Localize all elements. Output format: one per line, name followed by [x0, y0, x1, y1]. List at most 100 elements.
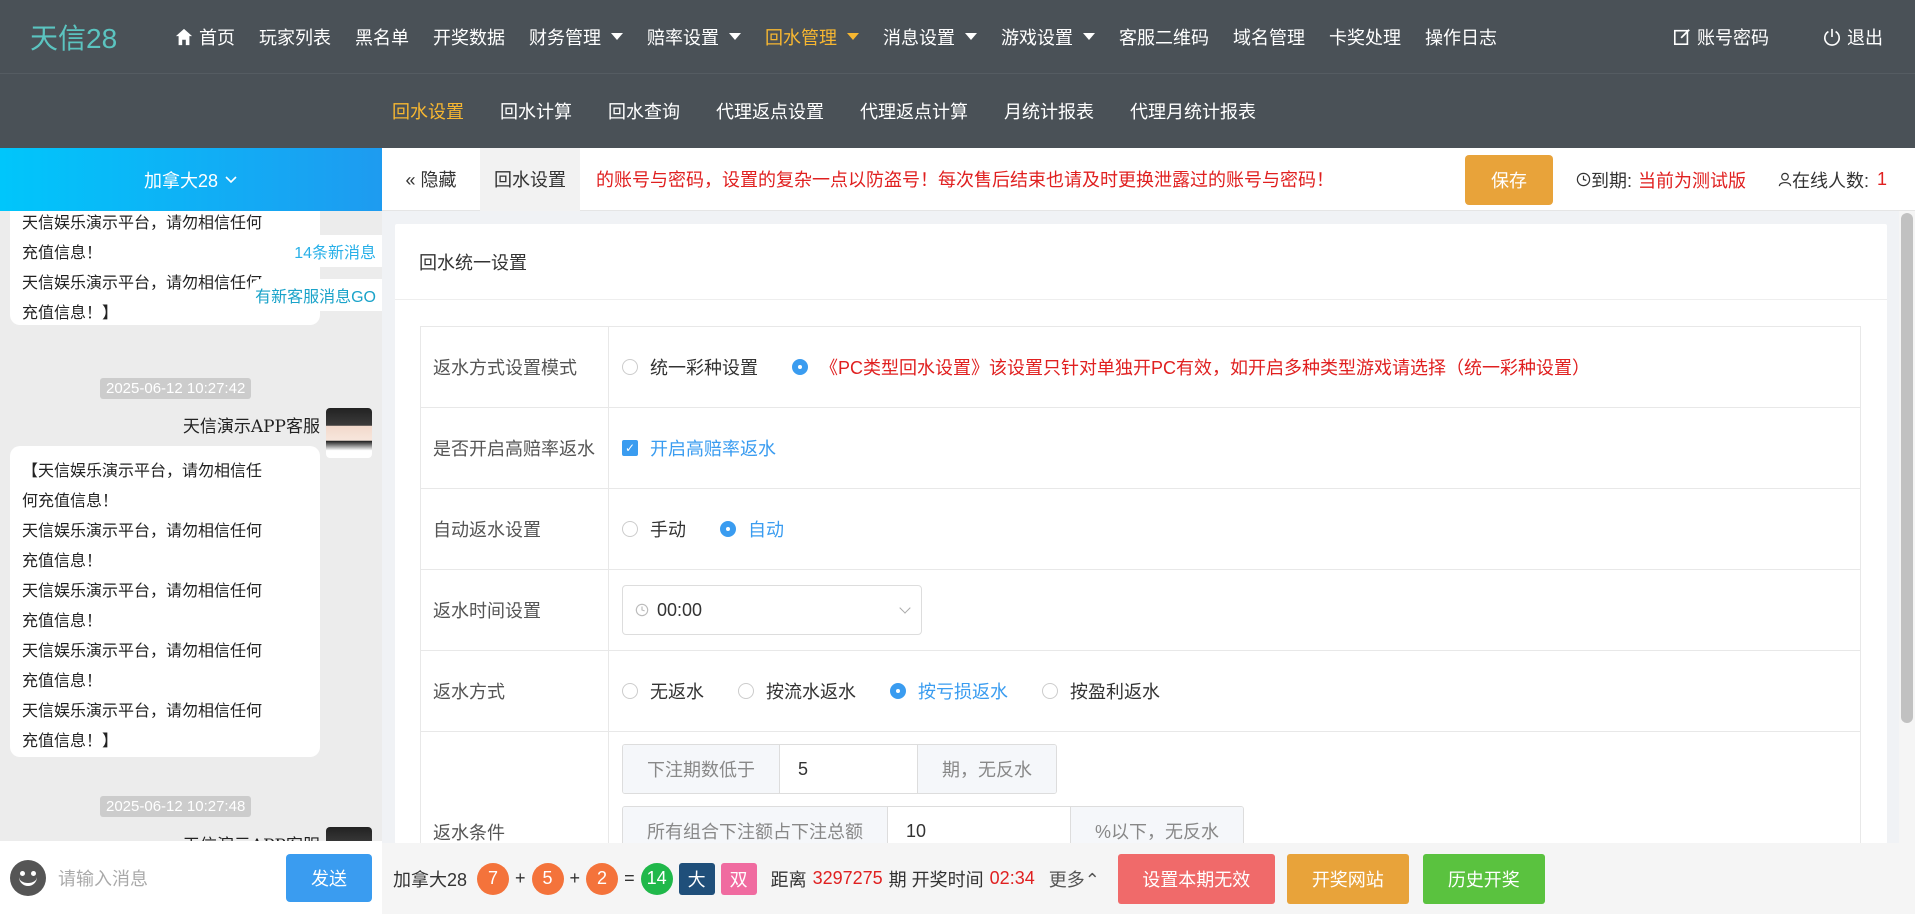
- subnav-monthly-report[interactable]: 月统计报表: [986, 98, 1112, 124]
- customer-service-notice[interactable]: 有新客服消息GO: [249, 279, 382, 311]
- subnav-rebate-query[interactable]: 回水查询: [590, 98, 698, 124]
- nav-qrcode[interactable]: 客服二维码: [1107, 0, 1221, 73]
- chat-line: 充值信息！: [22, 611, 103, 630]
- distance-label: 距离: [770, 869, 807, 890]
- radio-unchecked: [1042, 683, 1058, 699]
- radio-unchecked: [738, 683, 754, 699]
- hide-sidebar-button[interactable]: « 隐藏: [382, 166, 480, 192]
- radio-unified[interactable]: 统一彩种设置: [622, 354, 758, 380]
- emoji-icon[interactable]: [10, 859, 46, 896]
- nav-messages[interactable]: 消息设置: [871, 0, 989, 73]
- history-draws-button[interactable]: 历史开奖: [1422, 853, 1545, 904]
- radio-manual[interactable]: 手动: [622, 516, 686, 542]
- message-input[interactable]: 请输入消息: [58, 865, 274, 891]
- radio-checked: [720, 521, 736, 537]
- tab-bar: « 隐藏 回水设置 的账号与密码，设置的复杂一点以防盗号！每次售后结束也请及时更…: [382, 147, 1915, 211]
- double-chevron-left-icon: «: [405, 170, 416, 190]
- radio-by-turnover[interactable]: 按流水返水: [738, 678, 856, 704]
- nav-domain[interactable]: 域名管理: [1221, 0, 1317, 73]
- nav-rebate[interactable]: 回水管理: [753, 0, 871, 73]
- form-row-high-odds: 是否开启高赔率返水 ✓ 开启高赔率返水: [421, 408, 1860, 489]
- radio-no-rebate[interactable]: 无返水: [622, 678, 704, 704]
- subnav-agent-monthly-report[interactable]: 代理月统计报表: [1112, 98, 1274, 124]
- draw-site-button[interactable]: 开奖网站: [1286, 853, 1409, 904]
- nav-odds-label: 赔率设置: [647, 27, 719, 48]
- chat-room-selector[interactable]: 加拿大28: [0, 148, 382, 211]
- high-odds-checkbox-label: 开启高赔率返水: [650, 439, 776, 459]
- chat-line: 天信娱乐演示平台，请勿相信任何: [22, 521, 263, 540]
- user-icon: [1778, 172, 1792, 187]
- nav-finance[interactable]: 财务管理: [517, 0, 635, 73]
- message-timestamp: 2025-06-12 10:27:48: [100, 796, 252, 817]
- nav-home[interactable]: 首页: [163, 0, 247, 73]
- form-row-time: 返水时间设置 00:00: [421, 570, 1860, 651]
- save-button[interactable]: 保存: [1465, 155, 1553, 205]
- equals-sign: =: [624, 868, 635, 888]
- scrollbar-thumb[interactable]: [1901, 213, 1913, 723]
- nav-blacklist[interactable]: 黑名单: [343, 0, 421, 73]
- nav-game-settings[interactable]: 游戏设置: [989, 0, 1107, 73]
- period-label: 期 开奖时间: [888, 869, 984, 890]
- radio-auto[interactable]: 自动: [720, 516, 784, 542]
- auto-label: 自动返水设置: [421, 489, 609, 569]
- chat-bubble: 【天信娱乐演示平台，请勿相信任 何充值信息！ 天信娱乐演示平台，请勿相信任何 充…: [10, 446, 320, 757]
- checkmark-icon: ✓: [622, 440, 638, 456]
- method-label: 返水方式: [421, 651, 609, 731]
- chat-messages[interactable]: 天信娱乐演示平台，请勿相信任何 充值信息！ 天信娱乐演示平台，请勿相信任何 充值…: [0, 211, 382, 841]
- combo-ratio-input[interactable]: 10: [887, 807, 1071, 844]
- caret-down-icon: [611, 33, 623, 40]
- send-button[interactable]: 发送: [286, 853, 372, 902]
- time-value: 00:00: [657, 599, 703, 620]
- app-logo: 天信28: [30, 22, 118, 54]
- subnav-rebate-calc[interactable]: 回水计算: [482, 98, 590, 124]
- chat-line: 天信娱乐演示平台，请勿相信任何: [22, 581, 263, 600]
- caret-down-icon: [729, 33, 741, 40]
- combo-ratio-input-group: 所有组合下注额占下注总额 10 %以下，无反水: [622, 806, 1244, 844]
- conditions-label: 返水条件: [421, 732, 609, 844]
- new-messages-notice[interactable]: 14条新消息: [288, 235, 382, 267]
- invalidate-period-button[interactable]: 设置本期无效: [1117, 853, 1275, 904]
- account-password-link[interactable]: 账号密码: [1661, 0, 1781, 73]
- chat-line: 充值信息！: [22, 671, 103, 690]
- period-number: 3297275: [812, 868, 883, 888]
- nav-odds[interactable]: 赔率设置: [635, 0, 753, 73]
- nav-lottery-data[interactable]: 开奖数据: [421, 0, 517, 73]
- nav-game-settings-label: 游戏设置: [1001, 27, 1073, 48]
- clock-icon: [1576, 172, 1591, 187]
- rebate-form: 返水方式设置模式 统一彩种设置 《PC类型回水设置》该设置只针对单独开PC有效，…: [420, 326, 1861, 844]
- radio-by-loss[interactable]: 按亏损返水: [890, 678, 1008, 704]
- message-sender: 天信演示APP客服: [183, 831, 320, 841]
- radio-by-profit[interactable]: 按盈利返水: [1042, 678, 1160, 704]
- chat-panel: 加拿大28 天信娱乐演示平台，请勿相信任何 充值信息！ 天信娱乐演示平台，请勿相…: [0, 148, 382, 914]
- chat-line: 天信娱乐演示平台，请勿相信任何: [22, 641, 263, 660]
- logout-button[interactable]: 退出: [1811, 0, 1895, 73]
- ball-3: 2: [586, 862, 619, 895]
- logout-label: 退出: [1847, 27, 1883, 48]
- min-periods-input[interactable]: 5: [779, 745, 918, 793]
- radio-pc-type[interactable]: 《PC类型回水设置》该设置只针对单独开PC有效，如开启多种类型游戏请选择（统一彩…: [792, 354, 1590, 380]
- account-password-label: 账号密码: [1697, 27, 1769, 48]
- nav-players[interactable]: 玩家列表: [247, 0, 343, 73]
- min-periods-prefix: 下注期数低于: [623, 745, 779, 793]
- message-sender: 天信演示APP客服: [182, 417, 320, 437]
- form-row-mode: 返水方式设置模式 统一彩种设置 《PC类型回水设置》该设置只针对单独开PC有效，…: [421, 327, 1860, 408]
- more-button[interactable]: 更多⌃: [1049, 866, 1100, 892]
- double-chevron-up-icon: ⌃: [1084, 869, 1100, 890]
- high-odds-checkbox[interactable]: ✓ 开启高赔率返水: [622, 435, 776, 461]
- nav-stuck-draw[interactable]: 卡奖处理: [1317, 0, 1413, 73]
- chat-line: 充值信息！: [22, 243, 103, 262]
- subnav-agent-settings[interactable]: 代理返点设置: [698, 98, 842, 124]
- subnav-rebate-settings[interactable]: 回水设置: [374, 98, 482, 124]
- more-label: 更多: [1048, 869, 1085, 890]
- countdown: 02:34: [989, 868, 1035, 888]
- tab-rebate-settings[interactable]: 回水设置: [480, 147, 580, 211]
- mode-label: 返水方式设置模式: [421, 327, 609, 407]
- subnav-agent-calc[interactable]: 代理返点计算: [842, 98, 986, 124]
- ball-2: 5: [531, 862, 564, 895]
- avatar: [326, 408, 372, 458]
- nav-oplog[interactable]: 操作日志: [1413, 0, 1509, 73]
- sum-ball: 14: [640, 862, 673, 895]
- ball-1: 7: [477, 862, 510, 895]
- time-picker[interactable]: 00:00: [622, 585, 922, 635]
- avatar: [326, 827, 372, 841]
